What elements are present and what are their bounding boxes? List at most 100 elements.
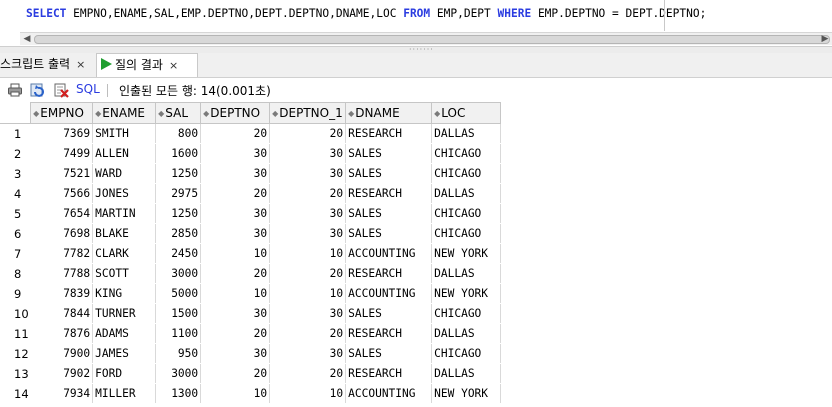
table-row[interactable]: 12 7900 JAMES 950 30 30 SALES CHICAGO <box>0 343 502 364</box>
cell-dname[interactable]: RESEARCH <box>345 183 433 204</box>
close-icon[interactable]: × <box>169 54 178 77</box>
cell-ename[interactable]: ADAMS <box>92 323 157 344</box>
cell-sal[interactable]: 1100 <box>155 323 202 344</box>
cell-loc[interactable]: NEW YORK <box>431 243 502 264</box>
cell-deptno[interactable]: 30 <box>200 143 271 164</box>
cell-ename[interactable]: KING <box>92 283 157 304</box>
cell-ename[interactable]: MARTIN <box>92 203 157 224</box>
cell-deptno-1[interactable]: 30 <box>269 343 347 364</box>
cell-dname[interactable]: ACCOUNTING <box>345 283 433 304</box>
cell-loc[interactable]: CHICAGO <box>431 343 502 364</box>
cell-dname[interactable]: SALES <box>345 303 433 324</box>
scroll-left-icon[interactable]: ◀ <box>22 34 32 44</box>
cell-deptno[interactable]: 20 <box>200 363 271 384</box>
print-icon[interactable] <box>7 82 23 98</box>
cell-dname[interactable]: RESEARCH <box>345 123 433 144</box>
cell-sal[interactable]: 2975 <box>155 183 202 204</box>
cell-sal[interactable]: 1250 <box>155 203 202 224</box>
cell-loc[interactable]: DALLAS <box>431 263 502 284</box>
tab-query-result[interactable]: 질의 결과 × <box>96 53 198 78</box>
cell-empno[interactable]: 7369 <box>30 123 94 144</box>
column-header[interactable]: ◆EMPNO <box>30 102 94 124</box>
cell-loc[interactable]: CHICAGO <box>431 143 502 164</box>
table-row[interactable]: 13 7902 FORD 3000 20 20 RESEARCH DALLAS <box>0 363 502 384</box>
cell-sal[interactable]: 2450 <box>155 243 202 264</box>
sort-icon[interactable]: ◆ <box>158 109 164 118</box>
sql-button[interactable]: SQL <box>76 82 100 96</box>
cell-loc[interactable]: CHICAGO <box>431 223 502 244</box>
cell-sal[interactable]: 5000 <box>155 283 202 304</box>
cell-loc[interactable]: NEW YORK <box>431 283 502 304</box>
table-row[interactable]: 8 7788 SCOTT 3000 20 20 RESEARCH DALLAS <box>0 263 502 284</box>
sort-icon[interactable]: ◆ <box>95 109 101 118</box>
cell-sal[interactable]: 1250 <box>155 163 202 184</box>
cell-loc[interactable]: CHICAGO <box>431 163 502 184</box>
column-header[interactable]: ◆LOC <box>431 102 502 124</box>
table-row[interactable]: 11 7876 ADAMS 1100 20 20 RESEARCH DALLAS <box>0 323 502 344</box>
cell-ename[interactable]: CLARK <box>92 243 157 264</box>
table-row[interactable]: 1 7369 SMITH 800 20 20 RESEARCH DALLAS <box>0 123 502 144</box>
cell-empno[interactable]: 7900 <box>30 343 94 364</box>
sort-icon[interactable]: ◆ <box>434 109 440 118</box>
column-header[interactable]: ◆SAL <box>155 102 202 124</box>
cell-loc[interactable]: DALLAS <box>431 123 502 144</box>
sort-icon[interactable]: ◆ <box>203 109 209 118</box>
cell-ename[interactable]: JAMES <box>92 343 157 364</box>
cell-sal[interactable]: 1300 <box>155 383 202 404</box>
table-row[interactable]: 7 7782 CLARK 2450 10 10 ACCOUNTING NEW YORK <box>0 243 502 264</box>
cell-sal[interactable]: 800 <box>155 123 202 144</box>
cell-ename[interactable]: WARD <box>92 163 157 184</box>
cell-deptno[interactable]: 30 <box>200 223 271 244</box>
table-row[interactable]: 9 7839 KING 5000 10 10 ACCOUNTING NEW YORK <box>0 283 502 304</box>
table-row[interactable]: 10 7844 TURNER 1500 30 30 SALES CHICAGO <box>0 303 502 324</box>
cell-empno[interactable]: 7844 <box>30 303 94 324</box>
refresh-icon[interactable] <box>30 82 46 98</box>
cell-dname[interactable]: ACCOUNTING <box>345 383 433 404</box>
cell-deptno[interactable]: 30 <box>200 303 271 324</box>
cell-ename[interactable]: TURNER <box>92 303 157 324</box>
scroll-right-icon[interactable]: ▶ <box>820 34 830 44</box>
cell-sal[interactable]: 1500 <box>155 303 202 324</box>
cell-dname[interactable]: RESEARCH <box>345 363 433 384</box>
cell-empno[interactable]: 7782 <box>30 243 94 264</box>
cell-deptno[interactable]: 10 <box>200 283 271 304</box>
cell-ename[interactable]: SMITH <box>92 123 157 144</box>
cell-sal[interactable]: 2850 <box>155 223 202 244</box>
cell-deptno-1[interactable]: 30 <box>269 223 347 244</box>
cell-loc[interactable]: DALLAS <box>431 363 502 384</box>
cell-ename[interactable]: ALLEN <box>92 143 157 164</box>
cell-empno[interactable]: 7566 <box>30 183 94 204</box>
cell-deptno-1[interactable]: 30 <box>269 303 347 324</box>
cell-dname[interactable]: SALES <box>345 203 433 224</box>
table-row[interactable]: 14 7934 MILLER 1300 10 10 ACCOUNTING NEW YORK <box>0 383 502 404</box>
cell-dname[interactable]: ACCOUNTING <box>345 243 433 264</box>
cell-deptno-1[interactable]: 30 <box>269 163 347 184</box>
cell-deptno[interactable]: 10 <box>200 383 271 404</box>
cell-empno[interactable]: 7876 <box>30 323 94 344</box>
cell-deptno[interactable]: 20 <box>200 263 271 284</box>
cell-ename[interactable]: MILLER <box>92 383 157 404</box>
sql-editor[interactable]: SELECT EMPNO,ENAME,SAL,EMP.DEPTNO,DEPT.D… <box>0 0 832 31</box>
cell-deptno[interactable]: 30 <box>200 343 271 364</box>
cell-deptno-1[interactable]: 20 <box>269 323 347 344</box>
cell-deptno-1[interactable]: 10 <box>269 243 347 264</box>
table-row[interactable]: 6 7698 BLAKE 2850 30 30 SALES CHICAGO <box>0 223 502 244</box>
cell-empno[interactable]: 7521 <box>30 163 94 184</box>
cell-sal[interactable]: 950 <box>155 343 202 364</box>
cell-dname[interactable]: SALES <box>345 223 433 244</box>
cell-empno[interactable]: 7654 <box>30 203 94 224</box>
scrollbar-thumb[interactable] <box>34 35 830 44</box>
table-row[interactable]: 2 7499 ALLEN 1600 30 30 SALES CHICAGO <box>0 143 502 164</box>
cell-loc[interactable]: CHICAGO <box>431 203 502 224</box>
cell-empno[interactable]: 7499 <box>30 143 94 164</box>
cell-empno[interactable]: 7788 <box>30 263 94 284</box>
cell-ename[interactable]: SCOTT <box>92 263 157 284</box>
cell-deptno-1[interactable]: 20 <box>269 183 347 204</box>
cell-deptno[interactable]: 10 <box>200 243 271 264</box>
cell-deptno-1[interactable]: 20 <box>269 363 347 384</box>
cell-deptno[interactable]: 20 <box>200 183 271 204</box>
sort-icon[interactable]: ◆ <box>272 109 278 118</box>
cell-ename[interactable]: FORD <box>92 363 157 384</box>
cell-dname[interactable]: SALES <box>345 143 433 164</box>
cell-sal[interactable]: 3000 <box>155 263 202 284</box>
